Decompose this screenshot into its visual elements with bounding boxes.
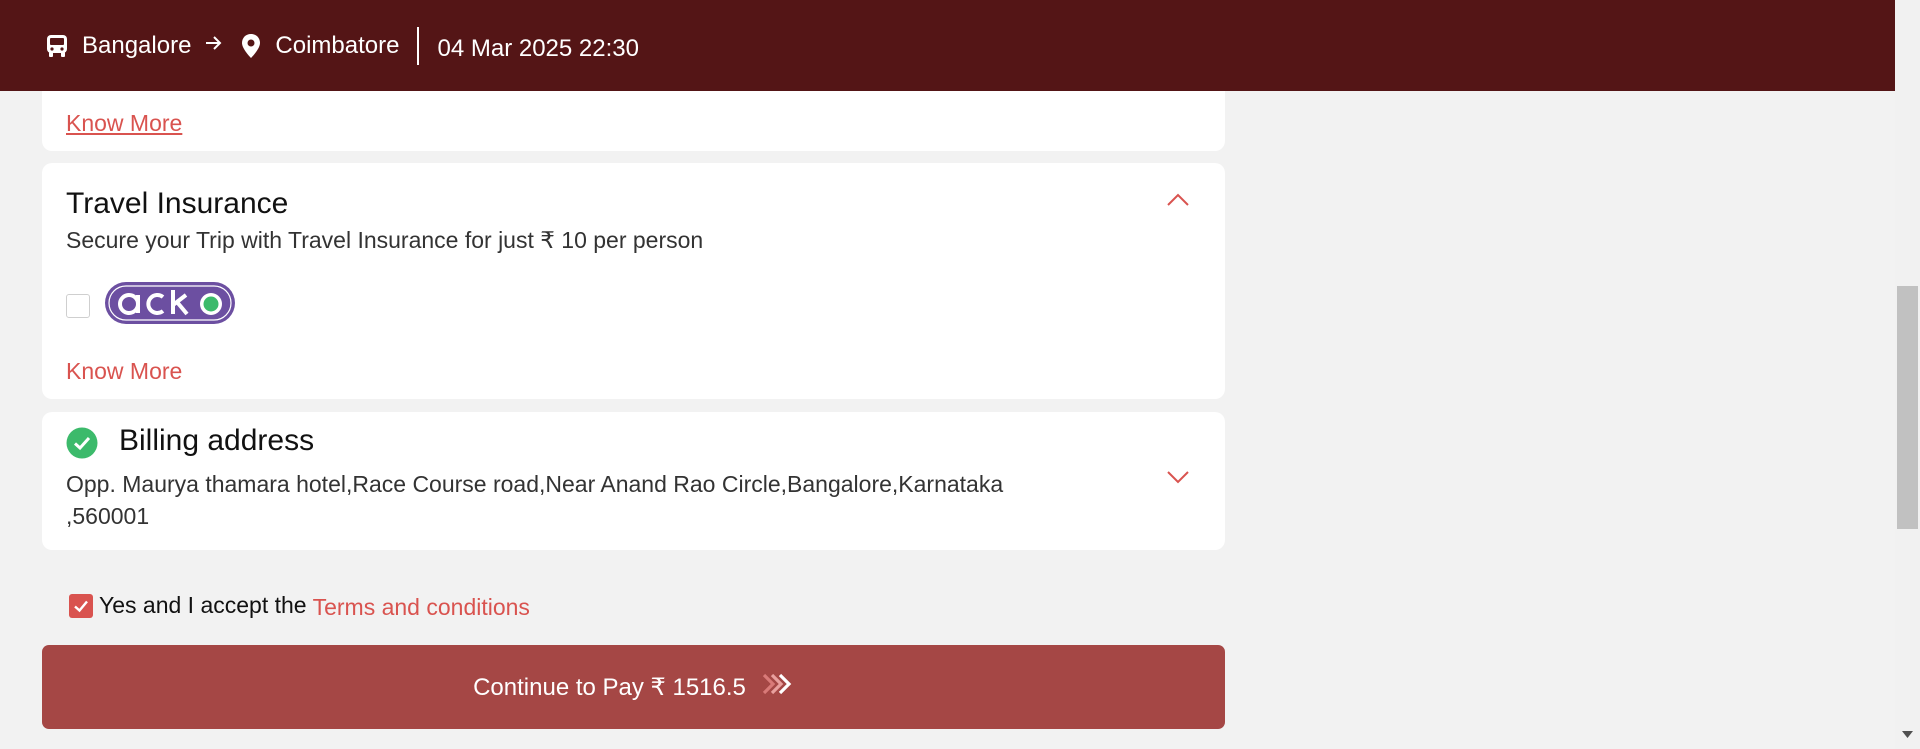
terms-link[interactable]: Terms and conditions xyxy=(313,594,530,621)
chevron-up-icon[interactable] xyxy=(1165,187,1191,213)
route-to: Coimbatore xyxy=(241,32,399,60)
travel-insurance-card: Travel Insurance Secure your Trip with T… xyxy=(42,163,1225,399)
scroll-down-arrow-icon[interactable] xyxy=(1902,725,1913,743)
arrow-right-icon xyxy=(205,35,223,56)
know-more-link[interactable]: Know More xyxy=(66,110,182,137)
check-circle-icon xyxy=(66,427,98,464)
to-city: Coimbatore xyxy=(275,31,400,59)
pay-button-label: Continue to Pay ₹ 1516.5 xyxy=(473,673,746,701)
address-line-2: ,560001 xyxy=(66,503,150,529)
page-scrollbar[interactable] xyxy=(1895,0,1920,749)
insurance-checkbox[interactable] xyxy=(66,294,90,318)
address-line-1: Opp. Maurya thamara hotel,Race Course ro… xyxy=(66,471,1004,497)
double-chevron-right-icon xyxy=(746,673,794,702)
insurance-subtitle: Secure your Trip with Travel Insurance f… xyxy=(66,227,704,253)
insurance-title: Travel Insurance xyxy=(66,187,289,220)
from-city: Bangalore xyxy=(82,31,192,59)
acko-logo xyxy=(104,281,236,330)
route-from: Bangalore xyxy=(46,32,191,60)
terms-checkbox[interactable] xyxy=(69,593,93,618)
scrollbar-thumb[interactable] xyxy=(1897,286,1918,529)
header-divider xyxy=(417,26,420,65)
terms-row: Yes and I accept the Terms and condition… xyxy=(69,590,530,621)
top-header: Bangalore Coimbatore 04 Mar 2025 22:30 xyxy=(0,0,1895,91)
continue-to-pay-button[interactable]: Continue to Pay ₹ 1516.5 xyxy=(42,645,1225,729)
terms-text: Yes and I accept the xyxy=(99,592,307,618)
journey-datetime: 04 Mar 2025 22:30 xyxy=(437,34,639,62)
billing-address-text: Opp. Maurya thamara hotel,Race Course ro… xyxy=(66,468,1126,532)
billing-title: Billing address xyxy=(119,424,315,457)
chevron-down-icon[interactable] xyxy=(1165,464,1191,490)
location-pin-icon xyxy=(241,33,261,59)
bus-icon xyxy=(46,34,68,58)
insurance-know-more-link[interactable]: Know More xyxy=(66,358,182,385)
billing-address-card: Billing address Opp. Maurya thamara hote… xyxy=(42,412,1225,550)
